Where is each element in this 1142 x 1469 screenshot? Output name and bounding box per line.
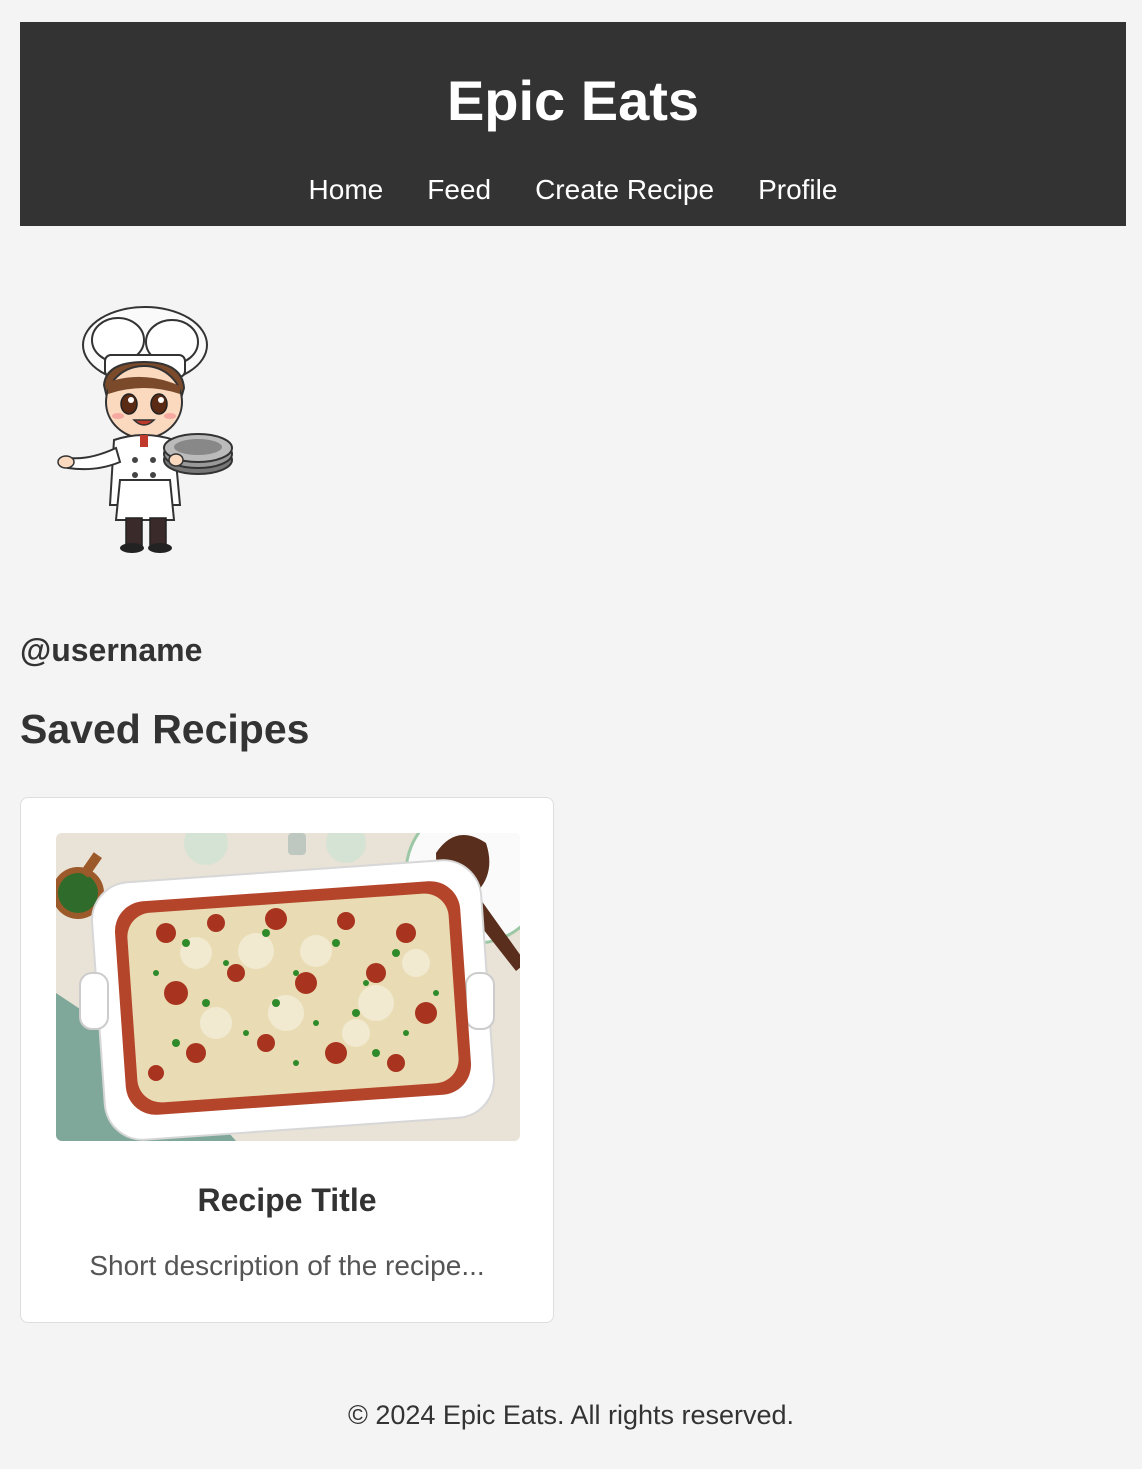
site-footer: © 2024 Epic Eats. All rights reserved. <box>347 1400 795 1430</box>
chef-avatar-icon <box>40 290 270 570</box>
nav-link-create-recipe[interactable]: Create Recipe <box>535 170 714 210</box>
nav-link-feed[interactable]: Feed <box>427 170 491 210</box>
profile-username: @username <box>20 632 203 668</box>
recipe-image-icon <box>56 833 520 1141</box>
nav-link-home[interactable]: Home <box>309 170 384 210</box>
recipe-title: Recipe Title <box>197 1182 377 1218</box>
recipe-card[interactable]: Recipe Title Short description of the re… <box>20 797 554 1323</box>
recipe-description: Short description of the recipe... <box>89 1250 485 1281</box>
saved-recipes-heading: Saved Recipes <box>20 706 310 752</box>
site-title: Epic Eats <box>446 69 700 132</box>
main-nav: Home Feed Create Recipe Profile <box>20 170 1126 210</box>
site-header: Epic Eats Home Feed Create Recipe Profil… <box>20 22 1126 226</box>
nav-link-profile[interactable]: Profile <box>758 170 837 210</box>
